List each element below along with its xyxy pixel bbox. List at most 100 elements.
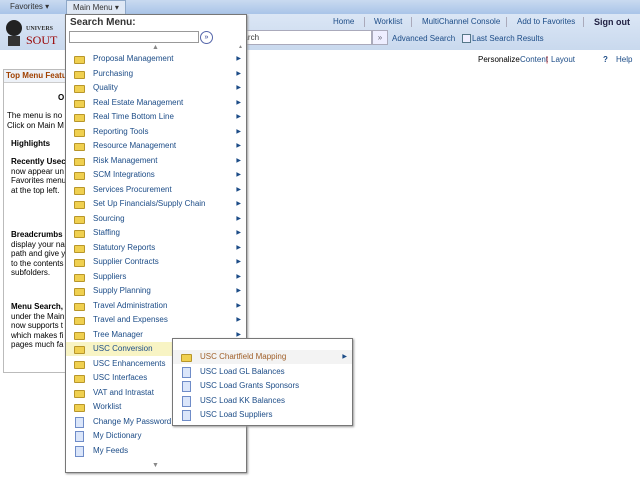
search-menu-label: Search Menu: [70, 17, 136, 28]
menu-item[interactable]: Quality ▶ [66, 81, 246, 95]
menu-item-label: USC Load KK Balances [200, 395, 285, 405]
folder-icon [74, 317, 85, 325]
main-menu[interactable]: Main Menu ▾ [66, 0, 126, 15]
document-icon [182, 410, 191, 421]
folder-icon [74, 201, 85, 209]
chevron-right-icon: ▶ [236, 143, 241, 149]
menu-item-label: Sourcing [93, 213, 125, 223]
panel-title: Top Menu Featu [4, 70, 66, 83]
folder-icon [74, 273, 85, 282]
menu-item[interactable]: Sourcing ▶ [66, 212, 246, 226]
chevron-down-icon: ▾ [114, 3, 119, 12]
menu-item-label: Purchasing [93, 68, 134, 78]
menu-item-label: Real Estate Management [93, 97, 184, 107]
chevron-right-icon: ▶ [236, 70, 241, 77]
folder-icon [74, 259, 85, 267]
last-search-results-link[interactable]: Last Search Results [472, 34, 544, 43]
menu-item[interactable]: Supplier Contracts ▶ [66, 255, 246, 269]
menu-item[interactable]: Reporting Tools ▶ [66, 125, 246, 139]
chevron-right-icon: ▶ [236, 244, 241, 251]
folder-icon [74, 302, 85, 311]
chevron-right-icon: ▶ [236, 259, 241, 265]
chevron-right-icon: ▶ [236, 302, 241, 309]
menu-item-label: VAT and Intrastat [93, 387, 154, 397]
menu-item[interactable]: Travel Administration ▶ [66, 299, 246, 313]
personalize-content-link[interactable]: Content [520, 55, 548, 64]
search-menu-input[interactable] [69, 31, 199, 43]
multichannel-console-link[interactable]: MultiChannel Console [422, 17, 500, 26]
menu-item[interactable]: My Dictionary [66, 429, 246, 443]
search-input[interactable]: earch [238, 30, 372, 45]
add-to-favorites-link[interactable]: Add to Favorites [517, 17, 575, 26]
menu-item[interactable]: Purchasing ▶ [66, 67, 246, 81]
chevron-right-icon: ▶ [236, 157, 241, 164]
folder-icon [181, 354, 192, 362]
favorites-label: Favorites [10, 2, 43, 11]
menu-item[interactable]: Supply Planning ▶ [66, 284, 246, 298]
panel-text: Click on Main M [7, 121, 64, 130]
university-logo: UNIVERS SOUT [6, 20, 58, 47]
chevron-right-icon: ▶ [236, 56, 241, 62]
divider [506, 17, 507, 27]
panel-text: path and give y [11, 249, 66, 258]
menu-item[interactable]: Travel and Expenses ▶ [66, 313, 246, 327]
chevron-right-icon: ▶ [236, 273, 241, 280]
menu-item[interactable]: SCM Integrations ▶ [66, 168, 246, 182]
menu-item[interactable]: USC Load Grants Sponsors [173, 379, 352, 393]
menu-item[interactable]: Real Time Bottom Line ▶ [66, 110, 246, 124]
personalize-label: Personalize [478, 55, 520, 64]
menu-item-label: Tree Manager [93, 329, 143, 339]
menu-item-label: USC Enhancements [93, 358, 166, 368]
chevron-right-icon: ▶ [236, 201, 241, 207]
menu-item[interactable]: Risk Management ▶ [66, 154, 246, 168]
usc-conversion-submenu: USC Chartfield Mapping ▶ USC Load GL Balan… [172, 338, 353, 426]
panel-heading: Menu Search, [11, 302, 64, 311]
menu-item-label: USC Load GL Balances [200, 366, 285, 376]
menu-item[interactable]: USC Load GL Balances [173, 365, 352, 379]
menu-item[interactable]: Real Estate Management ▶ [66, 96, 246, 110]
menu-item[interactable]: USC Load Suppliers [173, 408, 352, 422]
menu-item[interactable]: USC Chartfield Mapping ▶ [173, 350, 352, 364]
document-icon [75, 431, 84, 442]
chevron-right-icon: ▶ [236, 230, 241, 236]
advanced-search-link[interactable]: Advanced Search [392, 34, 455, 43]
folder-icon [74, 99, 85, 108]
search-button[interactable]: » [372, 30, 388, 45]
home-link[interactable]: Home [333, 17, 354, 26]
scroll-down-icon[interactable]: ▼ [152, 462, 159, 469]
menu-item[interactable]: USC Load KK Balances [173, 394, 352, 408]
menu-item[interactable]: My Feeds [66, 444, 246, 458]
personalize-layout-link[interactable]: Layout [551, 55, 575, 64]
help-icon[interactable]: ? [603, 55, 608, 64]
menu-item[interactable]: Set Up Financials/Supply Chain ▶ [66, 197, 246, 211]
folder-icon [74, 375, 85, 383]
chevron-down-icon: ▾ [45, 2, 50, 11]
panel-text: The menu is no [7, 111, 63, 120]
folder-icon [74, 56, 85, 64]
document-icon [75, 445, 84, 457]
worklist-link[interactable]: Worklist [374, 17, 402, 26]
folder-icon [74, 128, 85, 137]
menu-item[interactable]: Staffing ▶ [66, 226, 246, 240]
menu-item[interactable]: Proposal Management ▶ [66, 52, 246, 66]
svg-text:UNIVERS: UNIVERS [26, 26, 54, 32]
folder-icon [74, 143, 85, 151]
menu-item-label: Supply Planning [93, 286, 151, 295]
menu-item[interactable]: Resource Management ▶ [66, 139, 246, 153]
folder-icon [74, 404, 85, 412]
chevron-right-icon: ▶ [236, 317, 241, 323]
menu-item[interactable]: Services Procurement ▶ [66, 183, 246, 197]
menu-item-label: Services Procurement [93, 184, 172, 194]
panel-text: O [58, 93, 65, 102]
menu-item[interactable]: Statutory Reports ▶ [66, 241, 246, 255]
scroll-up-icon[interactable]: ▲ [238, 44, 243, 50]
divider [364, 17, 365, 27]
scroll-up-icon[interactable]: ▲ [152, 44, 159, 51]
menu-item[interactable]: Suppliers ▶ [66, 270, 246, 284]
search-menu-go-button[interactable]: » [200, 31, 213, 44]
menu-item-label: Quality [93, 83, 118, 92]
chevron-right-icon: ▶ [236, 288, 241, 294]
favorites-menu[interactable]: Favorites ▾ [4, 0, 55, 14]
help-link[interactable]: Help [616, 55, 632, 64]
sign-out-link[interactable]: Sign out [594, 17, 630, 27]
